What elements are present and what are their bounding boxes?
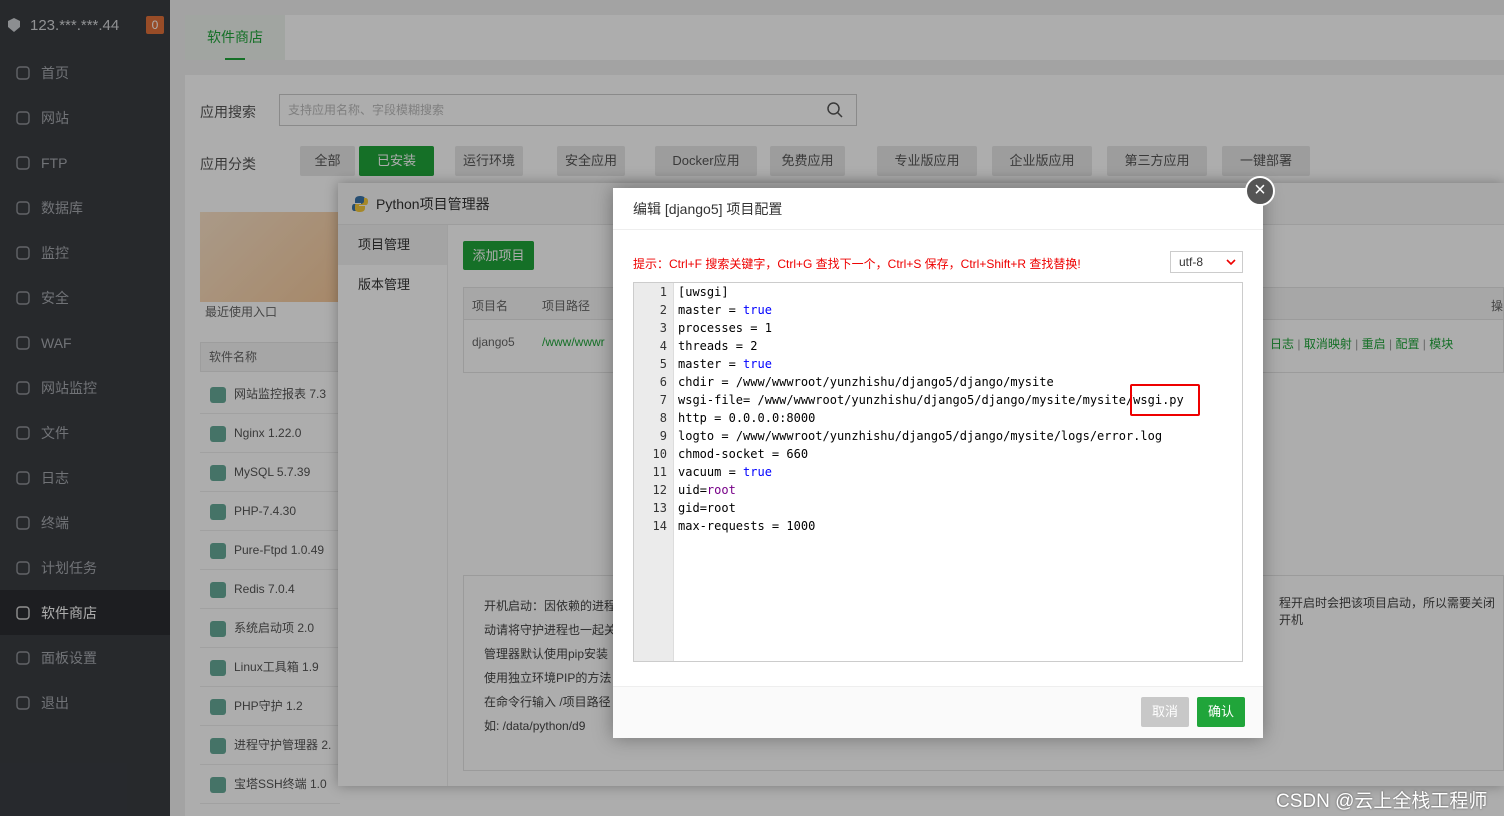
code-operator: = bbox=[714, 429, 736, 443]
code-key: threads bbox=[678, 339, 729, 353]
config-editor-dialog: 编辑 [django5] 项目配置 × 提示：Ctrl+F 搜索关键字，Ctrl… bbox=[613, 176, 1275, 738]
code-key: gid bbox=[678, 501, 700, 515]
code-value: /www/wwwroot/yunzhishu/django5/django/my… bbox=[757, 393, 1184, 407]
code-key: chmod-socket bbox=[678, 447, 765, 461]
line-number: 3 bbox=[659, 321, 667, 335]
line-number: 10 bbox=[652, 447, 667, 461]
code-operator: = bbox=[743, 393, 758, 407]
code-key: wsgi-file bbox=[678, 393, 744, 407]
line-number: 2 bbox=[659, 303, 667, 317]
code-value: 0.0.0.0:8000 bbox=[728, 411, 816, 425]
code-key: master bbox=[678, 357, 722, 371]
confirm-button[interactable]: 确认 bbox=[1197, 697, 1245, 727]
code-key: max-requests bbox=[678, 519, 765, 533]
encoding-value: utf-8 bbox=[1179, 255, 1204, 269]
code-operator: = bbox=[714, 375, 736, 389]
line-number: 4 bbox=[659, 339, 667, 353]
code-key: [uwsgi] bbox=[678, 285, 729, 299]
line-number: 5 bbox=[659, 357, 667, 371]
line-number: 12 bbox=[652, 483, 667, 497]
code-line: master = true bbox=[678, 355, 1242, 373]
code-value: 1000 bbox=[786, 519, 816, 533]
code-value: /www/wwwroot/yunzhishu/django5/django/my… bbox=[735, 429, 1163, 443]
line-number: 1 bbox=[659, 285, 667, 299]
code-key: http bbox=[678, 411, 707, 425]
code-operator: = bbox=[743, 321, 765, 335]
line-number: 14 bbox=[652, 519, 667, 533]
line-number: 8 bbox=[659, 411, 667, 425]
close-icon[interactable]: × bbox=[1245, 176, 1275, 206]
code-key: chdir bbox=[678, 375, 715, 389]
code-line: threads = 2 bbox=[678, 337, 1242, 355]
code-value: 1 bbox=[764, 321, 772, 335]
code-key: logto bbox=[678, 429, 715, 443]
code-value: true bbox=[743, 465, 772, 479]
code-key: processes bbox=[678, 321, 744, 335]
code-operator: = bbox=[728, 339, 751, 353]
code-editor[interactable]: 1 2 3 4 5 6 7 8 9 10 11 12 13 14 [uwsgi] master = true… bbox=[633, 282, 1243, 662]
line-number: 11 bbox=[652, 465, 667, 479]
editor-title: 编辑 [django5] 项目配置 bbox=[613, 188, 1263, 230]
code-line: processes = 1 bbox=[678, 319, 1242, 337]
code-line: master = true bbox=[678, 301, 1242, 319]
line-number: 9 bbox=[659, 429, 667, 443]
code-value: /www/wwwroot/yunzhishu/django5/django/my… bbox=[735, 375, 1054, 389]
code-key: uid bbox=[678, 483, 700, 497]
highlight-box bbox=[1130, 384, 1200, 416]
code-value: root bbox=[706, 501, 736, 515]
code-key: master bbox=[678, 303, 722, 317]
code-value: true bbox=[743, 303, 772, 317]
code-value: true bbox=[743, 357, 772, 371]
code-value: root bbox=[706, 483, 736, 497]
line-number: 7 bbox=[659, 393, 667, 407]
code-line: vacuum = true bbox=[678, 463, 1242, 481]
code-operator: = bbox=[699, 483, 707, 497]
code-operator: = bbox=[721, 303, 744, 317]
line-number: 13 bbox=[652, 501, 667, 515]
code-line: gid=root bbox=[678, 499, 1242, 517]
line-number: 6 bbox=[659, 375, 667, 389]
code-key: vacuum bbox=[678, 465, 722, 479]
code-line: logto = /www/wwwroot/yunzhishu/django5/d… bbox=[678, 427, 1242, 445]
code-line: chmod-socket = 660 bbox=[678, 445, 1242, 463]
encoding-select[interactable]: utf-8 bbox=[1170, 251, 1243, 273]
cancel-button[interactable]: 取消 bbox=[1141, 697, 1189, 727]
code-operator: = bbox=[699, 501, 707, 515]
watermark: CSDN @云上全栈工程师 bbox=[1276, 791, 1488, 812]
code-operator: = bbox=[721, 465, 744, 479]
code-operator: = bbox=[706, 411, 729, 425]
chevron-down-icon bbox=[1226, 259, 1236, 266]
code-value: 2 bbox=[750, 339, 758, 353]
code-line: uid=root bbox=[678, 481, 1242, 499]
editor-tip: 提示：Ctrl+F 搜索关键字，Ctrl+G 查找下一个，Ctrl+S 保存，C… bbox=[633, 257, 1081, 271]
code-operator: = bbox=[764, 447, 787, 461]
code-line: [uwsgi] bbox=[678, 283, 1242, 301]
line-gutter: 1 2 3 4 5 6 7 8 9 10 11 12 13 14 bbox=[634, 283, 674, 661]
code-operator: = bbox=[764, 519, 787, 533]
code-operator: = bbox=[721, 357, 744, 371]
editor-footer: 取消 确认 bbox=[613, 686, 1263, 738]
code-value: 660 bbox=[786, 447, 809, 461]
code-line: max-requests = 1000 bbox=[678, 517, 1242, 535]
